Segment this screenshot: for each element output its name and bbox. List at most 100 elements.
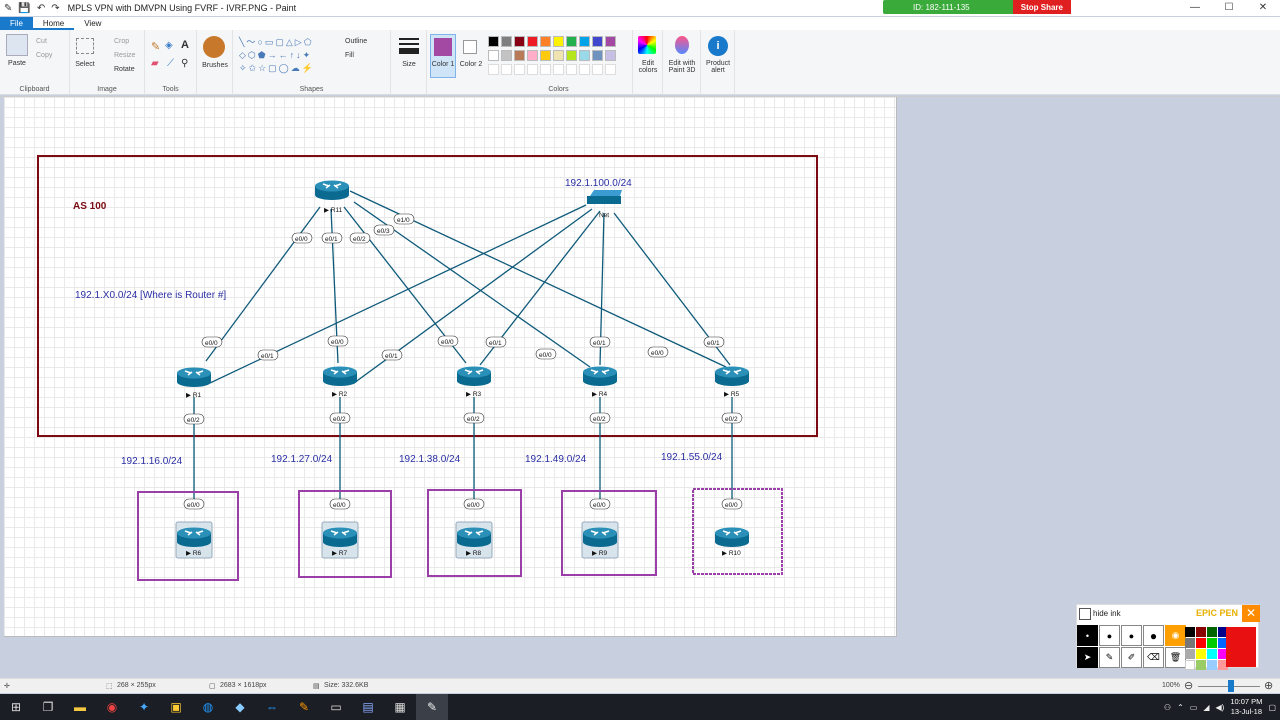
rainbow-icon[interactable] bbox=[638, 36, 656, 54]
app-icon-6[interactable]: ▤ bbox=[352, 694, 384, 720]
brush-icon[interactable] bbox=[203, 36, 225, 58]
tab-home[interactable]: Home bbox=[32, 17, 75, 30]
outline-button[interactable]: Outline bbox=[345, 38, 367, 45]
battery-icon[interactable]: ▭ bbox=[1190, 703, 1198, 712]
fill-icon[interactable]: ◈ bbox=[165, 40, 173, 51]
cut-button[interactable]: Cut bbox=[36, 38, 47, 45]
palette-swatch[interactable] bbox=[488, 36, 499, 47]
custom-color-slot[interactable] bbox=[579, 64, 590, 75]
stop-share-button[interactable]: Stop Share bbox=[1012, 0, 1071, 14]
maximize-button[interactable]: ☐ bbox=[1212, 0, 1246, 15]
network-icon[interactable]: ◢ bbox=[1203, 703, 1209, 712]
crop-button[interactable]: Crop bbox=[114, 38, 129, 45]
palette-swatch[interactable] bbox=[605, 36, 616, 47]
tray-chevron-icon[interactable]: ⌃ bbox=[1177, 703, 1184, 712]
magnifier-icon[interactable]: ⚲ bbox=[181, 58, 188, 69]
select-icon[interactable] bbox=[76, 38, 94, 54]
custom-color-slot[interactable] bbox=[514, 64, 525, 75]
size-button[interactable]: Size bbox=[395, 61, 423, 68]
palette-swatch[interactable] bbox=[553, 50, 564, 61]
shapes-gallery[interactable]: ╲〜○▭▢△▷⬠ ◇⬡⬟→←↑↓✦ ✧✩☆▢◯☁⚡ bbox=[239, 36, 339, 76]
custom-color-slot[interactable] bbox=[527, 64, 538, 75]
app-icon-3[interactable]: ◍ bbox=[192, 694, 224, 720]
palette-swatch[interactable] bbox=[579, 50, 590, 61]
palette-swatch[interactable] bbox=[501, 50, 512, 61]
redo-icon[interactable]: ↷ bbox=[51, 3, 59, 14]
palette-swatch[interactable] bbox=[605, 50, 616, 61]
palette-swatch[interactable] bbox=[553, 36, 564, 47]
trash-icon[interactable]: 🗑 bbox=[1165, 647, 1186, 668]
palette-swatch[interactable] bbox=[501, 36, 512, 47]
color2-swatch[interactable] bbox=[463, 40, 477, 54]
custom-color-slot[interactable] bbox=[553, 64, 564, 75]
paint-taskbar-icon[interactable]: ✎ bbox=[416, 694, 448, 720]
app-icon-1[interactable]: ✦ bbox=[128, 694, 160, 720]
select-button[interactable]: Select bbox=[72, 61, 98, 68]
palette-swatch[interactable] bbox=[527, 50, 538, 61]
palette-swatch[interactable] bbox=[488, 50, 499, 61]
cursor-icon[interactable]: ➤ bbox=[1077, 647, 1098, 668]
palette-swatch[interactable] bbox=[566, 50, 577, 61]
app-icon-2[interactable]: ▣ bbox=[160, 694, 192, 720]
tab-view[interactable]: View bbox=[74, 17, 111, 30]
highlighter-icon[interactable]: ✐ bbox=[1121, 647, 1142, 668]
edit-paint3d-button[interactable]: Edit with Paint 3D bbox=[663, 60, 701, 74]
zoom-out-button[interactable]: ⊖ bbox=[1184, 679, 1193, 692]
palette-swatch[interactable] bbox=[527, 36, 538, 47]
size-icon[interactable] bbox=[399, 38, 419, 54]
app-icon-7[interactable]: ▦ bbox=[384, 694, 416, 720]
clock[interactable]: 10:07 PM 13-Jul-18 bbox=[1230, 697, 1262, 717]
epic-pen-close-button[interactable]: ✕ bbox=[1242, 605, 1260, 622]
copy-button[interactable]: Copy bbox=[36, 52, 52, 59]
info-icon[interactable]: i bbox=[708, 36, 728, 56]
pen-size-medium-icon[interactable]: ● bbox=[1099, 625, 1120, 646]
task-view-icon[interactable]: ❐ bbox=[32, 694, 64, 720]
zoom-in-button[interactable]: ⊕ bbox=[1264, 679, 1273, 692]
epic-pen-palette[interactable] bbox=[1185, 627, 1228, 670]
drawing-canvas[interactable]: AS 100 192.1.100.0/24 192.1.X0.0/24 [Whe… bbox=[4, 97, 897, 637]
teamviewer-icon[interactable]: ⇔ bbox=[256, 694, 288, 720]
palette-swatch[interactable] bbox=[579, 36, 590, 47]
resize-button[interactable]: Resize bbox=[114, 52, 135, 59]
custom-color-slot[interactable] bbox=[592, 64, 603, 75]
color-picker-icon[interactable]: ⟋ bbox=[167, 58, 174, 69]
product-alert-button[interactable]: Product alert bbox=[701, 60, 735, 74]
minimize-button[interactable]: — bbox=[1178, 0, 1212, 15]
app-icon-5[interactable]: ✎ bbox=[288, 694, 320, 720]
custom-color-slot[interactable] bbox=[540, 64, 551, 75]
palette-swatch[interactable] bbox=[514, 36, 525, 47]
palette-swatch[interactable] bbox=[514, 50, 525, 61]
palette-swatch[interactable] bbox=[592, 36, 603, 47]
text-icon[interactable]: A bbox=[181, 39, 189, 51]
file-explorer-icon[interactable]: ▬ bbox=[64, 694, 96, 720]
fill-button[interactable]: Fill bbox=[345, 52, 354, 59]
chrome-icon[interactable]: ◉ bbox=[96, 694, 128, 720]
app-icon-4[interactable]: ◆ bbox=[224, 694, 256, 720]
save-icon[interactable]: 💾 bbox=[18, 3, 30, 14]
hide-ink-checkbox[interactable] bbox=[1079, 607, 1091, 620]
eraser-tool-icon[interactable]: ⌫ bbox=[1143, 647, 1164, 668]
windows-start-icon[interactable]: ⊞ bbox=[0, 694, 32, 720]
close-button[interactable]: ✕ bbox=[1246, 0, 1280, 15]
pen-size-xlarge-icon[interactable]: ● bbox=[1143, 625, 1164, 646]
pencil-icon[interactable]: ✎ bbox=[151, 40, 160, 53]
rotate-button[interactable]: Rotate bbox=[114, 66, 135, 73]
people-icon[interactable]: ⚇ bbox=[1164, 703, 1171, 712]
pen-size-large-icon[interactable]: ● bbox=[1121, 625, 1142, 646]
zoom-slider-thumb[interactable] bbox=[1228, 680, 1234, 692]
pen-icon[interactable]: ✎ bbox=[1099, 647, 1120, 668]
paste-icon[interactable] bbox=[6, 34, 28, 56]
custom-color-slot[interactable] bbox=[501, 64, 512, 75]
undo-icon[interactable]: ↶ bbox=[37, 3, 45, 14]
tab-file[interactable]: File bbox=[0, 17, 33, 30]
palette-swatch[interactable] bbox=[592, 50, 603, 61]
terminal-icon[interactable]: ▭ bbox=[320, 694, 352, 720]
camera-icon[interactable]: ◉ bbox=[1165, 625, 1186, 646]
paint3d-icon[interactable] bbox=[675, 36, 689, 54]
palette-swatch[interactable] bbox=[540, 50, 551, 61]
custom-color-slot[interactable] bbox=[566, 64, 577, 75]
edit-colors-button[interactable]: Edit colors bbox=[633, 60, 663, 74]
custom-color-slot[interactable] bbox=[488, 64, 499, 75]
custom-color-slot[interactable] bbox=[605, 64, 616, 75]
pen-size-small-icon[interactable]: • bbox=[1077, 625, 1098, 646]
